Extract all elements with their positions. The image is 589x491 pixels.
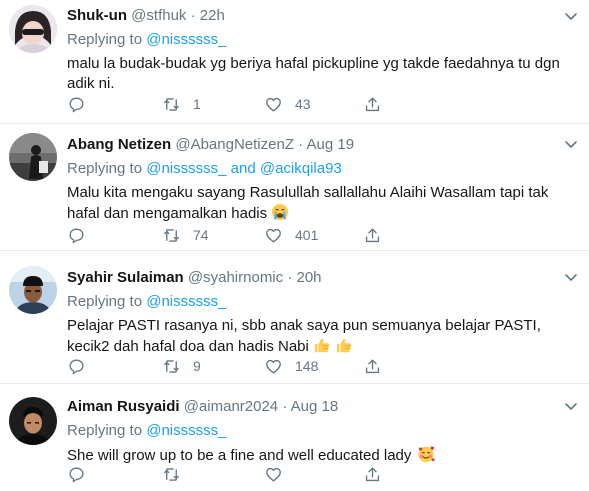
replying-to-label: Replying to bbox=[67, 160, 143, 177]
share-icon bbox=[365, 227, 380, 242]
tweet-text: Malu kita mengaku sayang Rasulullah sall… bbox=[67, 183, 575, 224]
retweet-button[interactable]: 9 bbox=[162, 356, 201, 376]
user-handle[interactable]: @aimanr2024 bbox=[184, 398, 278, 415]
mention-link[interactable]: @nissssss_ bbox=[146, 293, 226, 310]
tweet[interactable]: Shuk-un @stfhuk · 22h Replying to @nisss… bbox=[0, 0, 589, 124]
tweet-text-body: Pelajar PASTI rasanya ni, sbb anak saya … bbox=[67, 317, 541, 355]
reply-icon bbox=[69, 358, 84, 374]
thumbs-up-emoji bbox=[314, 338, 330, 353]
replying-to-label: Replying to bbox=[67, 422, 143, 439]
display-name[interactable]: Shuk-un bbox=[67, 7, 127, 24]
tweet-timestamp[interactable]: Aug 19 bbox=[307, 136, 355, 153]
tweet-text-body: She will grow up to be a fine and well e… bbox=[67, 447, 412, 464]
retweet-icon bbox=[164, 467, 179, 481]
replying-to: Replying to @nissssss_ and @acikqila93 bbox=[67, 159, 575, 179]
mention-joiner: and bbox=[230, 160, 256, 177]
heart-icon bbox=[266, 359, 281, 374]
reply-button[interactable] bbox=[67, 225, 98, 245]
mention-link[interactable]: @nissssss_ bbox=[146, 31, 226, 48]
chevron-down-icon[interactable] bbox=[563, 398, 579, 414]
like-button[interactable]: 401 bbox=[264, 225, 318, 245]
heart-icon bbox=[266, 467, 281, 482]
avatar[interactable] bbox=[9, 397, 57, 445]
reply-icon bbox=[69, 466, 84, 482]
reply-button[interactable] bbox=[67, 94, 98, 114]
reply-icon bbox=[69, 96, 84, 112]
heart-icon bbox=[266, 228, 281, 243]
replying-to-label: Replying to bbox=[67, 31, 143, 48]
retweet-count: 1 bbox=[193, 96, 201, 112]
tweet-text-body: Malu kita mengaku sayang Rasulullah sall… bbox=[67, 184, 549, 222]
tweet[interactable]: Abang Netizen @AbangNetizenZ · Aug 19 Re… bbox=[0, 124, 589, 251]
retweet-button[interactable] bbox=[162, 464, 193, 484]
like-count: 43 bbox=[295, 96, 311, 112]
share-icon bbox=[365, 358, 380, 373]
like-button[interactable]: 43 bbox=[264, 94, 311, 114]
retweet-icon bbox=[164, 359, 179, 373]
separator-dot: · bbox=[287, 269, 293, 286]
tweet-actions: 1 43 bbox=[67, 94, 387, 114]
avatar[interactable] bbox=[9, 266, 57, 314]
retweet-count: 74 bbox=[193, 227, 209, 243]
chevron-down-icon[interactable] bbox=[563, 136, 579, 152]
crying-face-emoji bbox=[272, 203, 289, 221]
chevron-down-icon[interactable] bbox=[563, 8, 579, 24]
tweet-timestamp[interactable]: 22h bbox=[200, 7, 225, 24]
replying-to: Replying to @nissssss_ bbox=[67, 421, 575, 441]
tweet-text: She will grow up to be a fine and well e… bbox=[67, 445, 575, 466]
share-button[interactable] bbox=[363, 464, 382, 484]
tweet[interactable]: Aiman Rusyaidi @aimanr2024 · Aug 18 Repl… bbox=[0, 384, 589, 491]
avatar[interactable] bbox=[9, 133, 57, 181]
like-count: 148 bbox=[295, 358, 319, 374]
like-button[interactable]: 148 bbox=[264, 356, 318, 376]
reply-button[interactable] bbox=[67, 356, 98, 376]
thumbs-up-emoji bbox=[336, 338, 352, 353]
user-handle[interactable]: @stfhuk bbox=[131, 7, 186, 24]
mention-link[interactable]: @nissssss_ bbox=[146, 160, 226, 177]
share-button[interactable] bbox=[363, 225, 382, 245]
separator-dot: · bbox=[190, 7, 196, 24]
avatar[interactable] bbox=[9, 5, 57, 53]
separator-dot: · bbox=[282, 398, 288, 415]
tweet-actions: 74 401 bbox=[67, 225, 387, 245]
mention-link[interactable]: @acikqila93 bbox=[260, 160, 342, 177]
share-button[interactable] bbox=[363, 94, 382, 114]
tweet-actions: 9 148 bbox=[67, 356, 387, 376]
retweet-button[interactable]: 74 bbox=[162, 225, 209, 245]
tweet-timestamp[interactable]: Aug 18 bbox=[291, 398, 339, 415]
user-handle[interactable]: @AbangNetizenZ bbox=[175, 136, 294, 153]
replying-to: Replying to @nissssss_ bbox=[67, 30, 575, 50]
display-name[interactable]: Syahir Sulaiman bbox=[67, 269, 184, 286]
tweet-text: Pelajar PASTI rasanya ni, sbb anak saya … bbox=[67, 316, 575, 357]
retweet-count: 9 bbox=[193, 358, 201, 374]
reply-button[interactable] bbox=[67, 464, 98, 484]
separator-dot: · bbox=[298, 136, 304, 153]
retweet-icon bbox=[164, 97, 179, 111]
retweet-icon bbox=[164, 228, 179, 242]
heart-icon bbox=[266, 97, 281, 112]
tweet-text: malu la budak-budak yg beriya hafal pick… bbox=[67, 55, 560, 92]
display-name[interactable]: Aiman Rusyaidi bbox=[67, 398, 180, 415]
retweet-button[interactable]: 1 bbox=[162, 94, 201, 114]
tweet-timestamp[interactable]: 20h bbox=[297, 269, 322, 286]
reply-icon bbox=[69, 227, 84, 243]
chevron-down-icon[interactable] bbox=[563, 269, 579, 285]
smiling-face-with-hearts-emoji bbox=[417, 446, 435, 463]
like-button[interactable] bbox=[264, 464, 295, 484]
display-name[interactable]: Abang Netizen bbox=[67, 136, 171, 153]
replying-to: Replying to @nissssss_ bbox=[67, 292, 575, 312]
like-count: 401 bbox=[295, 227, 319, 243]
share-button[interactable] bbox=[363, 356, 382, 376]
user-handle[interactable]: @syahirnomic bbox=[188, 269, 283, 286]
replying-to-label: Replying to bbox=[67, 293, 143, 310]
tweet-actions bbox=[67, 464, 387, 484]
tweet[interactable]: Syahir Sulaiman @syahirnomic · 20h Reply… bbox=[0, 251, 589, 384]
mention-link[interactable]: @nissssss_ bbox=[146, 422, 226, 439]
share-icon bbox=[365, 466, 380, 481]
share-icon bbox=[365, 96, 380, 111]
